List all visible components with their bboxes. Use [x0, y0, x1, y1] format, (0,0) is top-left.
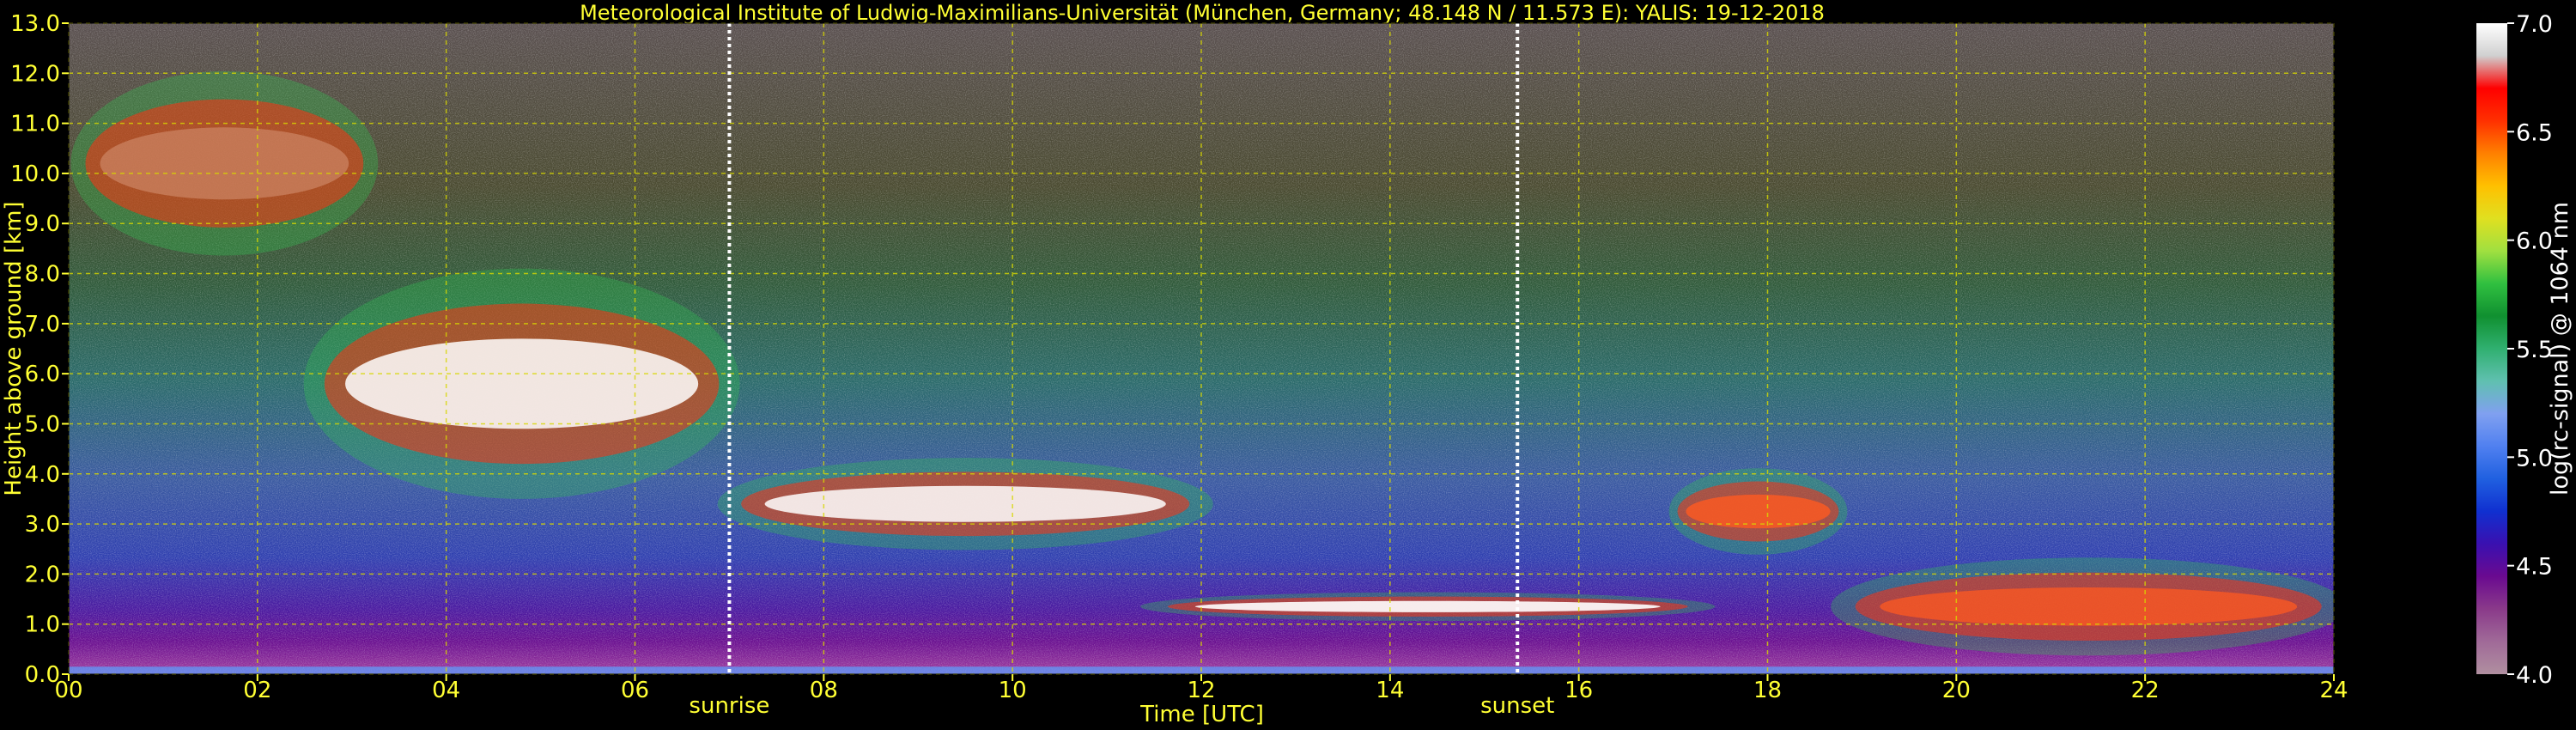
feature-cloud [1668, 468, 1848, 555]
feature-boundary-layer-top [1140, 592, 1716, 622]
y-axis-label: Height above ground [km] [1, 201, 27, 496]
feature-cloud-layer [303, 268, 740, 499]
y-tick-label: 5.0 [25, 411, 60, 437]
sunset-label: sunset [1480, 693, 1554, 719]
x-tick-label: 04 [432, 678, 460, 703]
x-tick-label: 18 [1753, 678, 1782, 703]
colorbar: 4.04.55.05.56.06.57.0 log(rc-signal) @ 1… [2476, 11, 2573, 689]
y-tick-label: 9.0 [25, 211, 60, 237]
x-tick-label: 10 [999, 678, 1027, 703]
y-tick-label: 2.0 [25, 562, 60, 587]
x-tick-label: 22 [2131, 678, 2160, 703]
y-tick-label: 3.0 [25, 512, 60, 538]
y-tick-label: 6.0 [25, 362, 60, 387]
colorbar-label: log(rc-signal) @ 1064 nm [2547, 202, 2573, 496]
y-tick-label: 7.0 [25, 312, 60, 338]
colorbar-tick-label: 7.0 [2516, 11, 2553, 38]
x-tick-label: 24 [2319, 678, 2348, 703]
feature-mid-level-cloud [717, 458, 1213, 551]
colorbar-gradient [2476, 23, 2507, 674]
x-tick-label: 16 [1564, 678, 1593, 703]
y-tick-label: 10.0 [10, 161, 60, 187]
colorbar-ticks: 4.04.55.05.56.06.57.0 [2507, 11, 2553, 689]
y-tick-label: 8.0 [25, 262, 60, 288]
x-axis-ticks: 00 02 04 06 08 10 12 14 16 18 20 22 24 [54, 674, 2348, 703]
lidar-figure: Meteorological Institute of Ludwig-Maxim… [0, 0, 2576, 730]
y-tick-label: 11.0 [10, 112, 60, 137]
colorbar-tick-label: 4.0 [2516, 662, 2553, 689]
feature-cirrus [70, 70, 379, 256]
x-tick-label: 08 [810, 678, 838, 703]
colorbar-tick-label: 6.5 [2516, 119, 2553, 146]
sunrise-label: sunrise [689, 693, 769, 719]
y-tick-label: 12.0 [10, 61, 60, 87]
y-tick-label: 13.0 [10, 11, 60, 37]
x-tick-label: 12 [1187, 678, 1215, 703]
y-tick-label: 1.0 [25, 612, 60, 638]
x-axis-label: Time [UTC] [1139, 702, 1264, 727]
x-tick-label: 20 [1942, 678, 1971, 703]
x-tick-label: 06 [621, 678, 649, 703]
lidar-chart: Meteorological Institute of Ludwig-Maxim… [1, 1, 2573, 727]
colorbar-tick-label: 4.5 [2516, 554, 2553, 581]
chart-title: Meteorological Institute of Ludwig-Maxim… [580, 1, 1825, 25]
y-tick-label: 4.0 [25, 462, 60, 488]
x-tick-label: 02 [243, 678, 271, 703]
x-tick-label: 14 [1376, 678, 1404, 703]
feature-low-cloud [1831, 557, 2334, 656]
x-tick-label: 00 [54, 678, 82, 703]
plot-area [68, 22, 2335, 675]
